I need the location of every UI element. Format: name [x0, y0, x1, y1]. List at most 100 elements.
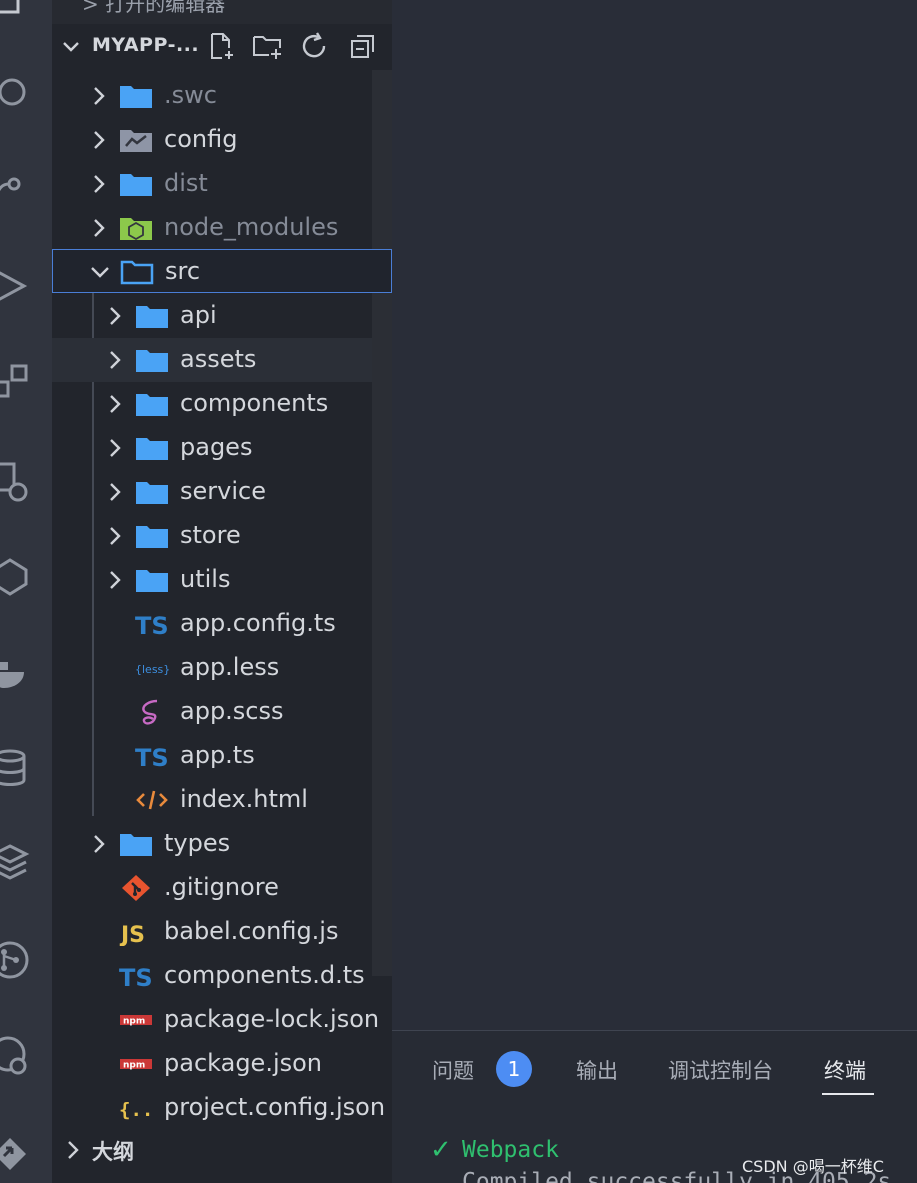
folder-row[interactable]: types [52, 822, 372, 866]
database-icon[interactable] [0, 748, 30, 788]
file-row[interactable]: TS app.config.ts [52, 602, 372, 646]
html-file-icon [134, 786, 170, 814]
tree-item-label: components.d.ts [164, 961, 365, 989]
cube-icon[interactable] [0, 556, 30, 596]
deploy-icon[interactable] [0, 1134, 30, 1174]
open-editors-header[interactable]: > 打开的编辑器 [52, 0, 392, 24]
refresh-icon[interactable] [300, 31, 330, 61]
file-row[interactable]: {less} app.less [52, 646, 372, 690]
tab-problems[interactable]: 问题 [432, 1055, 474, 1085]
tab-output[interactable]: 输出 [576, 1055, 618, 1085]
svg-text:TS: TS [135, 612, 169, 638]
extensions-icon[interactable] [0, 362, 30, 402]
folder-row[interactable]: src [52, 249, 392, 293]
git-graph-icon[interactable] [0, 940, 30, 980]
file-row[interactable]: app.scss [52, 690, 372, 734]
file-row[interactable]: JS babel.config.js [52, 910, 372, 954]
folder-icon [134, 566, 170, 594]
new-folder-icon[interactable] [252, 31, 282, 61]
svg-text:npm: npm [123, 1017, 145, 1027]
chevron-right-icon [110, 307, 121, 325]
ts-file-icon: TS [134, 742, 170, 770]
file-row[interactable]: .gitignore [52, 866, 372, 910]
tree-item-label: package.json [164, 1049, 323, 1077]
chevron-right-icon [94, 835, 105, 853]
tree-item-label: src [165, 257, 201, 285]
folder-row[interactable]: node_modules [52, 206, 372, 250]
js-file-icon: JS [118, 918, 154, 946]
search-icon[interactable] [0, 72, 30, 112]
tree-item-label: app.scss [180, 697, 284, 725]
tree-item-label: .gitignore [164, 873, 279, 901]
folder-row[interactable]: utils [52, 558, 372, 602]
folder-icon [134, 478, 170, 506]
chevron-right-icon [110, 483, 121, 501]
source-control-icon[interactable] [0, 170, 30, 210]
folder-row[interactable]: .swc [52, 74, 372, 118]
tree-item-label: project.config.json [164, 1093, 386, 1121]
folder-row[interactable]: api [52, 294, 372, 338]
ts-file-icon: TS [118, 962, 154, 990]
tree-scrollbar[interactable] [372, 70, 392, 976]
tree-item-label: node_modules [164, 213, 339, 241]
tree-item-label: types [164, 829, 231, 857]
tree-item-label: pages [180, 433, 253, 461]
folder-row[interactable]: store [52, 514, 372, 558]
folder-row[interactable]: pages [52, 426, 372, 470]
tab-debug-console[interactable]: 调试控制台 [668, 1055, 773, 1085]
file-row[interactable]: npm package.json [52, 1042, 372, 1086]
tree-item-label: config [164, 125, 238, 153]
run-debug-icon[interactable] [0, 266, 30, 306]
new-file-icon[interactable] [206, 31, 236, 61]
chevron-right-icon [110, 395, 121, 413]
svg-text:{less}: {less} [135, 663, 169, 676]
tree-item-label: app.config.ts [180, 609, 336, 637]
file-row[interactable]: {..} project.config.json [52, 1086, 385, 1130]
file-row[interactable]: TS app.ts [52, 734, 372, 778]
folder-icon [118, 82, 154, 110]
file-row[interactable]: TS components.d.ts [52, 954, 372, 998]
svg-text:{..}: {..} [119, 1099, 153, 1121]
file-row[interactable]: index.html [52, 778, 372, 822]
folder-icon [134, 434, 170, 462]
folder-open-icon [119, 258, 155, 286]
tree-item-label: .swc [164, 81, 217, 109]
folder-icon [118, 830, 154, 858]
tree-item-label: api [180, 301, 217, 329]
explorer-panel: > 打开的编辑器 MYAPP-... .swc config dist node_mo… [52, 0, 392, 1183]
chevron-right-icon [68, 1141, 79, 1159]
folder-title: MYAPP-... [92, 34, 200, 56]
folder-section-header[interactable]: MYAPP-... [52, 26, 392, 66]
folder-row[interactable]: dist [52, 162, 372, 206]
chevron-right-icon [110, 527, 121, 545]
explorer-icon[interactable] [0, 0, 30, 20]
folder-row[interactable]: config [52, 118, 372, 162]
collapse-all-icon[interactable] [348, 31, 378, 61]
folder-icon [118, 126, 154, 154]
tree-item-label: app.ts [180, 741, 255, 769]
tree-item-label: babel.config.js [164, 917, 339, 945]
chevron-right-icon [94, 219, 105, 237]
chevron-right-icon [110, 439, 121, 457]
folder-row[interactable]: assets [52, 338, 372, 382]
folder-icon [134, 390, 170, 418]
docker-icon[interactable] [0, 652, 30, 692]
tab-terminal[interactable]: 终端 [824, 1055, 866, 1085]
timeline-icon[interactable] [0, 1036, 30, 1076]
folder-row[interactable]: components [52, 382, 372, 426]
folder-icon [134, 346, 170, 374]
remote-explorer-icon[interactable] [0, 462, 30, 502]
chevron-down-icon [63, 42, 79, 52]
ts-file-icon: TS [134, 610, 170, 638]
terminal-check-icon: ✓ [430, 1135, 452, 1165]
layers-icon[interactable] [0, 842, 30, 882]
terminal-line-webpack: Webpack [462, 1137, 559, 1163]
outline-section-header[interactable]: 大纲 [52, 1128, 392, 1172]
file-row[interactable]: npm package-lock.json [52, 998, 379, 1042]
folder-row[interactable]: service [52, 470, 372, 514]
tree-item-label: app.less [180, 653, 280, 681]
folder-icon [134, 522, 170, 550]
json-file-icon: {..} [118, 1094, 154, 1122]
chevron-down-icon [91, 267, 109, 278]
chevron-right-icon [94, 131, 105, 149]
